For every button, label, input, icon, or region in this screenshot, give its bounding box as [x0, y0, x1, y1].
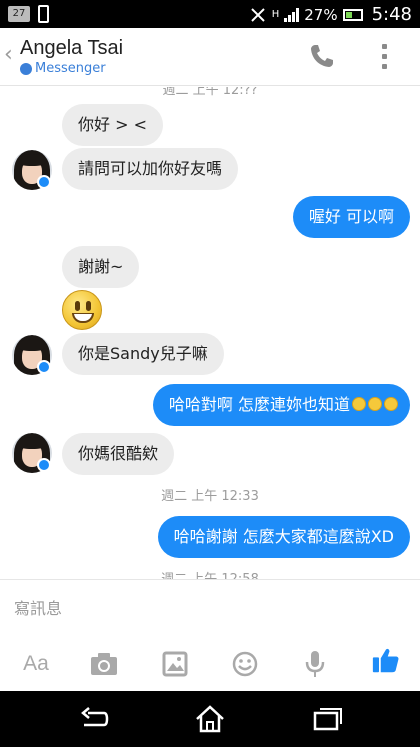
gallery-icon[interactable]	[162, 650, 188, 678]
timestamp: 週二 上午 12:33	[161, 489, 259, 504]
message-bubble-incoming[interactable]: 謝謝~	[62, 246, 140, 288]
timestamp-top: 週二 上午 12:??	[162, 87, 258, 98]
notification-badge: 27	[8, 6, 30, 22]
message-bubble-outgoing[interactable]: 哈哈對啊 怎麼連妳也知道	[152, 384, 410, 426]
laughing-tears-emoji-icon	[352, 396, 366, 411]
back-chevron-icon[interactable]: ‹	[4, 42, 13, 67]
battery-icon	[342, 8, 363, 21]
signal-icon	[284, 7, 300, 22]
timestamp: 週二 上午 12:58	[0, 568, 420, 579]
message-bubble-outgoing[interactable]: 喔好 可以啊	[292, 196, 410, 238]
microphone-icon[interactable]	[305, 650, 325, 678]
message-bubble-incoming[interactable]: 請問可以加你好友嗎	[62, 148, 239, 190]
recent-apps-icon[interactable]	[311, 705, 343, 733]
messenger-badge-icon	[37, 458, 51, 472]
composer: Aa	[0, 579, 420, 691]
message-bubble-incoming[interactable]: 你是Sandy兒子嘛	[62, 333, 224, 375]
laughing-tears-emoji-icon	[368, 396, 382, 411]
battery-percent: 27%	[304, 5, 338, 24]
subtitle-label: Messenger	[35, 61, 106, 76]
home-icon[interactable]	[194, 705, 226, 733]
thumbs-up-icon[interactable]	[370, 646, 402, 674]
messenger-badge-icon	[37, 360, 51, 374]
grinning-face-emoji-icon[interactable]	[62, 290, 102, 330]
message-input[interactable]	[0, 580, 420, 636]
message-bubble-incoming[interactable]: 你好 > <	[62, 104, 163, 146]
messenger-badge-icon	[37, 175, 51, 189]
status-bar: 27 H 27% 5:48	[0, 0, 420, 28]
message-bubble-incoming[interactable]: 你媽很酷欸	[62, 433, 175, 475]
message-list[interactable]: 週二 上午 12:?? 你好 > < 請問可以加你好友嗎 喔好 可以啊 謝謝~ …	[0, 87, 420, 579]
emoji-icon[interactable]	[232, 650, 258, 678]
laughing-tears-emoji-icon	[384, 396, 398, 411]
contact-name[interactable]: Angela Tsai	[20, 37, 123, 60]
phone-notification-icon	[38, 5, 49, 23]
system-nav-bar	[0, 691, 420, 747]
vibrate-icon	[250, 7, 265, 22]
conversation-header: ‹ Angela Tsai Messenger	[0, 28, 420, 86]
text-format-icon[interactable]: Aa	[20, 650, 52, 678]
clock: 5:48	[371, 4, 412, 25]
network-type-label: H	[271, 9, 280, 20]
message-bubble-outgoing[interactable]: 哈哈謝謝 怎麼大家都這麼說XD	[157, 516, 410, 558]
messenger-subtitle: Messenger	[20, 61, 106, 76]
overflow-menu-icon[interactable]	[382, 44, 387, 69]
camera-icon[interactable]	[89, 650, 119, 678]
back-icon[interactable]	[78, 705, 110, 733]
message-text: 哈哈對啊 怎麼連妳也知道	[168, 395, 350, 414]
messenger-icon	[20, 62, 32, 75]
call-icon[interactable]	[308, 42, 336, 70]
